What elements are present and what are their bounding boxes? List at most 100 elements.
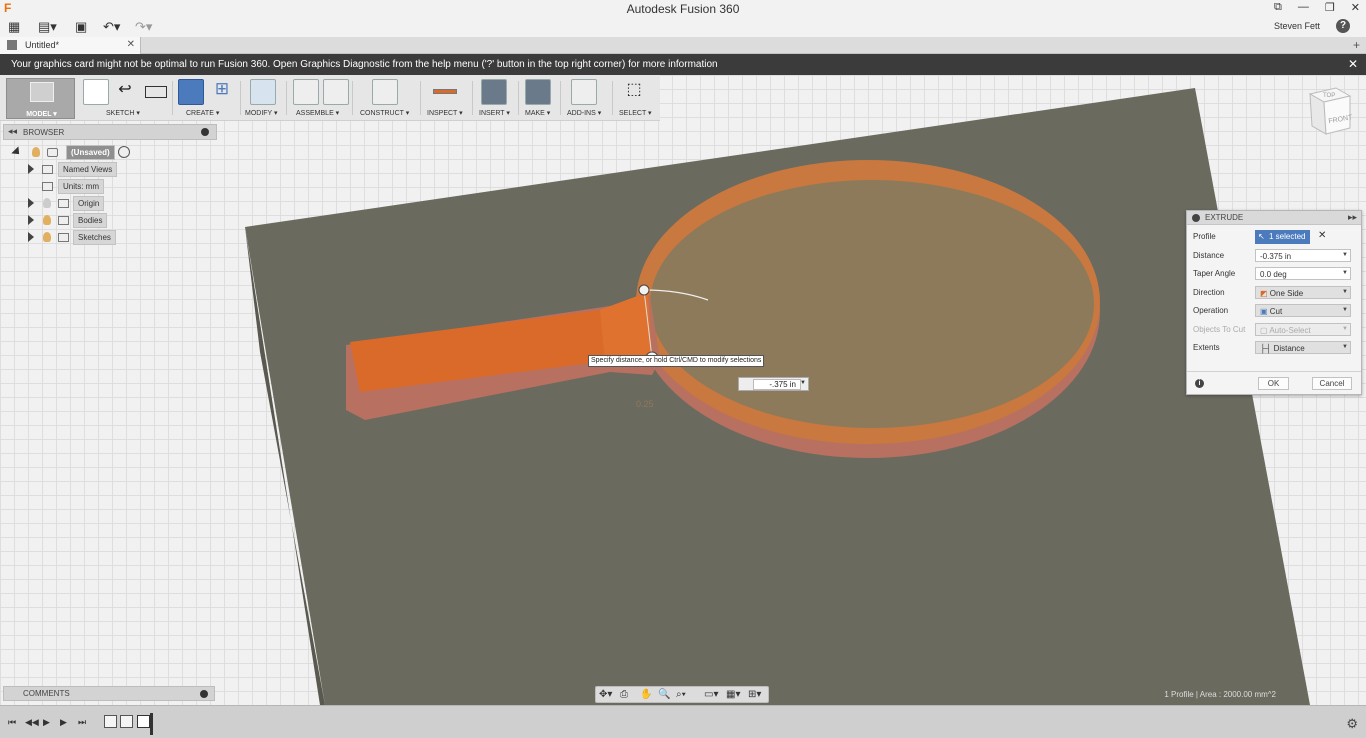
timeline-current-feature[interactable] [137, 715, 150, 728]
user-menu[interactable]: Steven Fett [1274, 21, 1320, 31]
help-button[interactable]: ? [1336, 19, 1350, 33]
form-icon[interactable]: ⊞ [209, 79, 235, 105]
go-to-start-icon[interactable]: ⏮ [8, 717, 16, 728]
sketch-menu[interactable]: SKETCH ▾ [106, 109, 140, 117]
construct-menu[interactable]: CONSTRUCT ▾ [360, 109, 409, 117]
distance-heads-up-value[interactable]: -.375 in [753, 379, 801, 390]
tree-item-units[interactable]: Units: mm [28, 179, 138, 194]
ok-button[interactable]: OK [1258, 377, 1289, 390]
tree-item-origin[interactable]: Origin [28, 196, 138, 211]
tree-item-root[interactable]: (Unsaved) [11, 145, 134, 160]
taper-angle-field[interactable]: 0.0 deg ▼ [1255, 267, 1351, 280]
tab-untitled[interactable]: Untitled* ✕ [0, 37, 141, 54]
display-settings-icon[interactable]: ▭▾ [704, 689, 718, 700]
tree-item-named-views[interactable]: Named Views [28, 162, 138, 177]
look-at-icon[interactable]: ⎙ [620, 689, 628, 700]
expand-triangle-icon[interactable] [28, 198, 34, 208]
visibility-bulb-icon[interactable] [43, 215, 51, 225]
play-icon[interactable]: ▶ [60, 717, 67, 728]
timeline-sketch-feature[interactable] [104, 715, 117, 728]
offset-plane-icon[interactable] [372, 79, 398, 105]
close-banner-icon[interactable]: ✕ [1348, 57, 1358, 71]
chevron-down-icon[interactable]: ▼ [800, 380, 806, 386]
assemble-menu[interactable]: ASSEMBLE ▾ [296, 109, 339, 117]
save-icon[interactable]: ▣ [75, 19, 87, 35]
file-menu-icon[interactable]: ▤▾ [38, 19, 57, 35]
extrude-dialog-header[interactable]: EXTRUDE ▸▸ [1187, 211, 1361, 225]
close-tab-icon[interactable]: ✕ [127, 39, 135, 50]
tree-label-root[interactable]: (Unsaved) [66, 145, 115, 160]
make-menu[interactable]: MAKE ▾ [525, 109, 550, 117]
fit-icon[interactable]: ⌕▾ [676, 689, 686, 700]
tree-label-bodies[interactable]: Bodies [73, 213, 108, 228]
minimize-button[interactable]: — [1298, 1, 1309, 14]
chevron-down-icon[interactable]: ▼ [1342, 252, 1348, 258]
extrude-icon[interactable] [178, 79, 204, 105]
activate-radio-icon[interactable] [118, 146, 130, 158]
new-component-icon[interactable] [293, 79, 319, 105]
select-menu[interactable]: SELECT ▾ [619, 109, 652, 117]
tree-label-units[interactable]: Units: mm [58, 179, 104, 194]
cancel-button[interactable]: Cancel [1312, 377, 1352, 390]
addins-menu[interactable]: ADD-INS ▾ [567, 109, 601, 117]
viewcube[interactable]: TOP FRONT [1306, 86, 1354, 136]
tree-label-named-views[interactable]: Named Views [58, 162, 118, 177]
distance-heads-up-input[interactable]: -.375 in ▼ [738, 377, 809, 391]
visibility-bulb-icon[interactable] [43, 232, 51, 242]
chevron-down-icon[interactable]: ▼ [1342, 344, 1348, 350]
model-view[interactable] [0, 75, 1366, 705]
operation-select[interactable]: ▣ Cut ▼ [1255, 304, 1351, 317]
expand-triangle-icon[interactable] [28, 215, 34, 225]
inspect-menu[interactable]: INSPECT ▾ [427, 109, 463, 117]
tree-label-origin[interactable]: Origin [73, 196, 105, 211]
expand-triangle-icon[interactable] [28, 232, 34, 242]
pan-hand-icon[interactable]: ✋ [640, 689, 652, 700]
tree-item-sketches[interactable]: Sketches [28, 230, 138, 245]
browser-options-icon[interactable] [201, 128, 209, 136]
3d-print-icon[interactable] [525, 79, 551, 105]
dialog-options-icon[interactable] [1192, 214, 1200, 222]
expand-triangle-icon[interactable] [11, 146, 23, 158]
new-tab-icon[interactable]: + [1353, 38, 1360, 52]
paddle-face[interactable] [650, 180, 1094, 428]
line-icon[interactable]: ↩ [112, 79, 138, 105]
chevron-down-icon[interactable]: ▼ [1342, 270, 1348, 276]
maximize-button[interactable]: ❐ [1325, 1, 1335, 14]
insert-menu[interactable]: INSERT ▾ [479, 109, 510, 117]
gear-icon[interactable]: ⚙ [1346, 716, 1358, 732]
go-to-end-icon[interactable]: ⏭ [78, 717, 86, 728]
zoom-icon[interactable]: 🔍 [658, 689, 670, 700]
restore-window-icon[interactable]: ⧉ [1274, 1, 1282, 14]
tree-item-bodies[interactable]: Bodies [28, 213, 138, 228]
profile-selection-button[interactable]: ↖ 1 selected [1255, 230, 1310, 244]
viewport-canvas[interactable]: 0.25 [0, 75, 1366, 705]
timeline-marker[interactable] [150, 713, 153, 735]
modify-menu[interactable]: MODIFY ▾ [245, 109, 278, 117]
distance-field[interactable]: -0.375 in ▼ [1255, 249, 1351, 262]
insert-image-icon[interactable] [481, 79, 507, 105]
chevron-down-icon[interactable]: ▼ [1342, 289, 1348, 295]
visibility-bulb-icon[interactable] [43, 198, 51, 208]
select-arrow-icon[interactable]: ⬚ [621, 79, 647, 105]
create-menu[interactable]: CREATE ▾ [186, 109, 219, 117]
collapse-browser-icon[interactable]: ◂◂ [8, 126, 17, 137]
redo-icon[interactable]: ↷▾ [135, 19, 152, 35]
joint-icon[interactable] [323, 79, 349, 105]
chevron-down-icon[interactable]: ▼ [1342, 307, 1348, 313]
play-back-icon[interactable]: ▶ [43, 717, 50, 728]
info-icon[interactable]: i [1195, 379, 1204, 388]
step-back-icon[interactable]: ◀◀ [25, 717, 39, 728]
rectangle-icon[interactable] [143, 79, 169, 105]
viewports-icon[interactable]: ⊞▾ [748, 689, 761, 700]
browser-panel-header[interactable]: ◂◂ BROWSER [3, 124, 217, 140]
workspace-switcher[interactable]: MODEL ▾ [6, 78, 75, 119]
taper-manipulator-handle[interactable] [638, 284, 650, 296]
comments-panel[interactable]: COMMENTS [3, 686, 215, 701]
grid-settings-icon[interactable]: ▦▾ [726, 689, 740, 700]
undo-icon[interactable]: ↶▾ [103, 19, 120, 35]
expand-triangle-icon[interactable] [28, 164, 34, 174]
expand-dialog-icon[interactable]: ▸▸ [1348, 212, 1357, 223]
direction-select[interactable]: ◩ One Side ▼ [1255, 286, 1351, 299]
visibility-bulb-icon[interactable] [32, 147, 40, 157]
create-sketch-icon[interactable] [83, 79, 109, 105]
